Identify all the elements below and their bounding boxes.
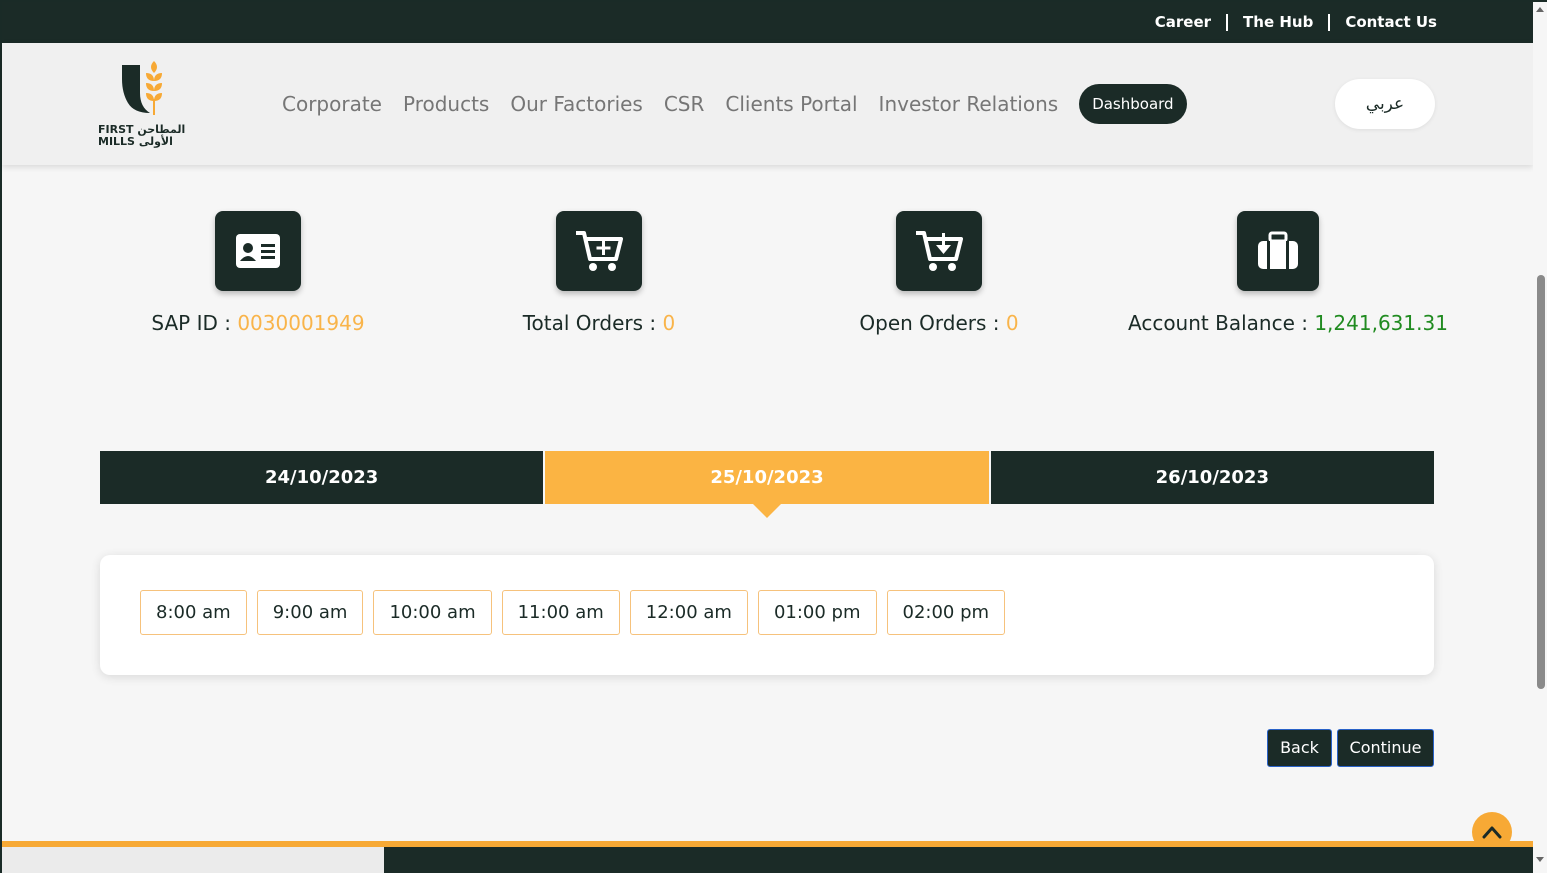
briefcase-icon bbox=[1237, 211, 1319, 291]
date-tab[interactable]: 26/10/2023 bbox=[990, 451, 1434, 504]
nav-products[interactable]: Products bbox=[403, 92, 489, 116]
date-tab-selected[interactable]: 25/10/2023 bbox=[545, 451, 989, 518]
total-orders-text: Total Orders : bbox=[522, 311, 663, 335]
footer-left bbox=[2, 847, 384, 873]
dashboard-button[interactable]: Dashboard bbox=[1079, 84, 1187, 124]
cart-plus-icon bbox=[556, 211, 642, 291]
nav-investor-relations[interactable]: Investor Relations bbox=[879, 92, 1059, 116]
sap-id-value: 0030001949 bbox=[237, 311, 365, 335]
continue-button[interactable]: Continue bbox=[1337, 729, 1434, 767]
contact-us-link[interactable]: Contact Us bbox=[1345, 13, 1437, 31]
career-link[interactable]: Career bbox=[1155, 13, 1211, 31]
sap-id-label: SAP ID : 0030001949 bbox=[148, 311, 368, 335]
language-toggle-button[interactable]: عربي bbox=[1335, 79, 1435, 129]
nav-corporate[interactable]: Corporate bbox=[282, 92, 382, 116]
total-orders-value: 0 bbox=[662, 311, 676, 335]
open-orders-value: 0 bbox=[1005, 311, 1019, 335]
top-links: Career The Hub Contact Us bbox=[1155, 13, 1437, 31]
open-orders-text: Open Orders : bbox=[859, 311, 1006, 335]
time-slot-button[interactable]: 12:00 am bbox=[629, 590, 748, 635]
top-bar: Career The Hub Contact Us bbox=[2, 2, 1533, 43]
nav-clients-portal[interactable]: Clients Portal bbox=[725, 92, 857, 116]
time-slots: 8:00 am 9:00 am 10:00 am 11:00 am 12:00 … bbox=[140, 590, 1015, 635]
main-header: FIRST المطاحن MILLS الأولى Corporate Pro… bbox=[2, 43, 1533, 165]
nav-our-factories[interactable]: Our Factories bbox=[510, 92, 643, 116]
time-slot-button[interactable]: 01:00 pm bbox=[757, 590, 877, 635]
back-button[interactable]: Back bbox=[1267, 729, 1332, 767]
open-orders-stat: Open Orders : 0 bbox=[839, 211, 1039, 335]
main-nav: Corporate Products Our Factories CSR Cli… bbox=[282, 43, 1208, 165]
divider bbox=[1328, 13, 1331, 31]
cart-down-icon bbox=[896, 211, 982, 291]
date-tab[interactable]: 24/10/2023 bbox=[100, 451, 544, 504]
sap-id-stat: SAP ID : 0030001949 bbox=[148, 211, 368, 335]
wheat-logo-icon bbox=[122, 61, 162, 115]
time-slot-button[interactable]: 10:00 am bbox=[373, 590, 492, 635]
logo-text: FIRST المطاحن MILLS الأولى bbox=[98, 124, 185, 148]
scroll-down-arrow-icon[interactable] bbox=[1536, 857, 1544, 862]
time-slot-button[interactable]: 8:00 am bbox=[140, 590, 247, 635]
time-slot-button[interactable]: 11:00 am bbox=[501, 590, 620, 635]
nav-csr[interactable]: CSR bbox=[664, 92, 705, 116]
footer-right bbox=[384, 847, 1533, 873]
date-tabs: 24/10/2023 25/10/2023 26/10/2023 bbox=[100, 451, 1434, 518]
time-slot-button[interactable]: 9:00 am bbox=[256, 590, 364, 635]
scrollbar-thumb[interactable] bbox=[1537, 275, 1545, 689]
account-balance-text: Account Balance : bbox=[1128, 311, 1315, 335]
account-balance-stat: Account Balance : 1,241,631.31 bbox=[1128, 211, 1448, 335]
chevron-up-icon bbox=[1482, 826, 1502, 839]
id-card-icon bbox=[215, 211, 301, 291]
open-orders-label: Open Orders : 0 bbox=[839, 311, 1039, 335]
time-slot-button[interactable]: 02:00 pm bbox=[886, 590, 1006, 635]
time-slots-card: 8:00 am 9:00 am 10:00 am 11:00 am 12:00 … bbox=[100, 555, 1434, 675]
sap-id-text: SAP ID : bbox=[151, 311, 238, 335]
divider bbox=[1226, 13, 1229, 31]
first-mills-logo[interactable]: FIRST المطاحن MILLS الأولى bbox=[98, 57, 188, 153]
total-orders-label: Total Orders : 0 bbox=[499, 311, 699, 335]
total-orders-stat: Total Orders : 0 bbox=[499, 211, 699, 335]
scroll-up-arrow-icon[interactable] bbox=[1536, 7, 1544, 12]
logo-line-2: MILLS الأولى bbox=[98, 135, 173, 148]
the-hub-link[interactable]: The Hub bbox=[1243, 13, 1313, 31]
account-balance-value: 1,241,631.31 bbox=[1314, 311, 1448, 335]
account-balance-label: Account Balance : 1,241,631.31 bbox=[1128, 311, 1448, 335]
